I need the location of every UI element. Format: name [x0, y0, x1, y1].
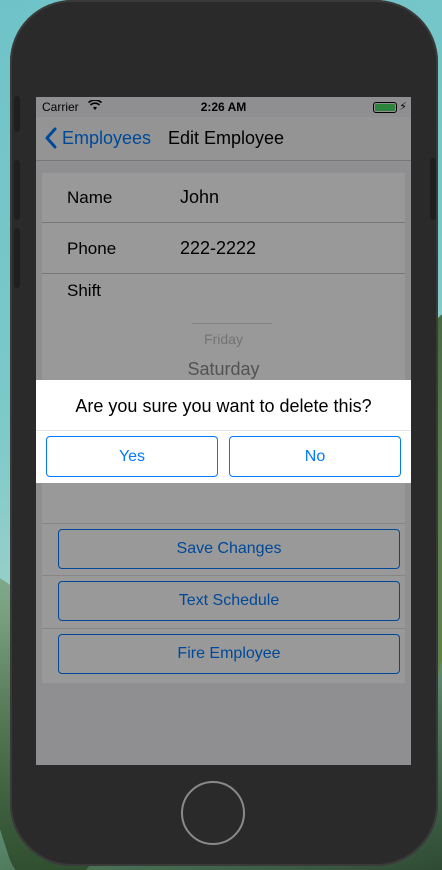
home-button[interactable] [181, 781, 245, 845]
volume-up-button [14, 160, 20, 220]
alert-message: Are you sure you want to delete this? [75, 396, 372, 416]
volume-down-button [14, 228, 20, 288]
alert-divider [36, 430, 411, 431]
mute-switch [14, 96, 20, 132]
power-button [430, 158, 436, 220]
app-screen: Carrier 2:26 AM ⚡ Employees Edit Employe… [36, 97, 411, 765]
confirm-alert: Are you sure you want to delete this? Ye… [36, 380, 411, 483]
no-button[interactable]: No [229, 436, 401, 477]
yes-button[interactable]: Yes [46, 436, 218, 477]
